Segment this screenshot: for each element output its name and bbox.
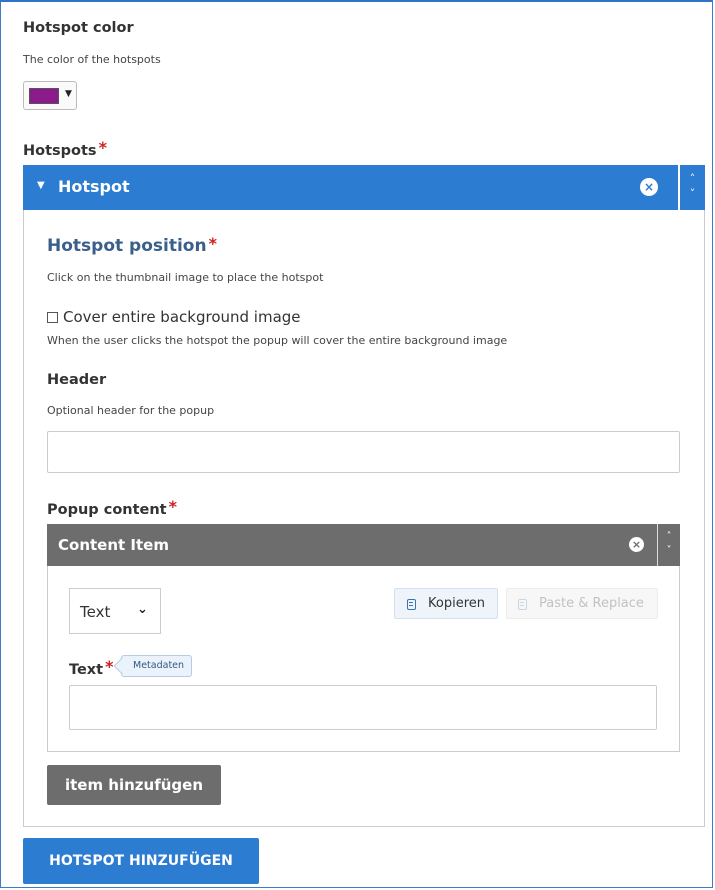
content-item-title: Content Item: [58, 536, 169, 554]
hotspots-label: Hotspots *: [23, 138, 107, 159]
hotspot-color-description: The color of the hotspots: [23, 53, 161, 66]
color-swatch: [29, 88, 59, 104]
hotspot-position-description: Click on the thumbnail image to place th…: [47, 271, 324, 284]
content-item-header[interactable]: Content Item ×: [47, 524, 657, 566]
cover-background-label[interactable]: Cover entire background image: [63, 308, 301, 326]
text-field-label: Text *: [69, 657, 113, 678]
required-asterisk: *: [168, 497, 177, 516]
cover-background-checkbox[interactable]: [47, 312, 58, 323]
paste-button-label: Paste & Replace: [539, 596, 644, 611]
caret-down-icon: ▼: [65, 89, 72, 99]
hotspots-label-text: Hotspots: [23, 143, 97, 159]
copy-icon: [407, 599, 416, 610]
remove-content-item-icon[interactable]: ×: [629, 537, 644, 552]
copy-button-label: Kopieren: [428, 596, 485, 611]
color-picker-button[interactable]: ▼: [23, 81, 77, 110]
hotspot-order-buttons[interactable]: ˄ ˅: [679, 165, 705, 210]
paste-replace-button: Paste & Replace: [506, 588, 658, 619]
remove-hotspot-icon[interactable]: ×: [640, 178, 658, 196]
add-item-button[interactable]: item hinzufügen: [47, 765, 221, 805]
cover-background-description: When the user clicks the hotspot the pop…: [47, 334, 508, 347]
chevron-down-icon: ⌄: [137, 602, 148, 617]
hotspot-group-title: Hotspot: [58, 177, 130, 196]
content-type-value: Text: [80, 603, 111, 621]
metadata-tag[interactable]: Metadaten: [121, 655, 193, 677]
move-up-icon[interactable]: ˄: [680, 171, 705, 186]
move-down-icon[interactable]: ˅: [680, 186, 705, 201]
hotspot-color-label: Hotspot color: [23, 20, 134, 36]
text-field-label-text: Text: [69, 662, 104, 678]
hotspot-group-header[interactable]: ▼ Hotspot ×: [23, 165, 678, 210]
paste-icon: [518, 599, 527, 610]
header-input[interactable]: [47, 431, 680, 473]
required-asterisk: *: [98, 138, 107, 157]
move-down-icon[interactable]: ˅: [658, 544, 680, 558]
text-input[interactable]: [69, 685, 657, 730]
content-type-select[interactable]: Text ⌄: [69, 588, 161, 634]
move-up-icon[interactable]: ˄: [658, 530, 680, 544]
collapse-caret-icon[interactable]: ▼: [37, 180, 45, 191]
add-hotspot-button[interactable]: HOTSPOT HINZUFÜGEN: [23, 838, 259, 884]
hotspot-position-label-text: Hotspot position: [47, 236, 207, 256]
copy-button[interactable]: Kopieren: [394, 588, 498, 619]
required-asterisk: *: [105, 657, 114, 676]
header-label: Header: [47, 372, 107, 388]
required-asterisk: *: [208, 234, 217, 253]
popup-content-label-text: Popup content: [47, 502, 167, 518]
content-item-order-buttons[interactable]: ˄ ˅: [657, 524, 680, 566]
popup-content-label: Popup content *: [47, 497, 177, 518]
hotspot-position-label: Hotspot position *: [47, 234, 217, 256]
header-description: Optional header for the popup: [47, 404, 215, 417]
